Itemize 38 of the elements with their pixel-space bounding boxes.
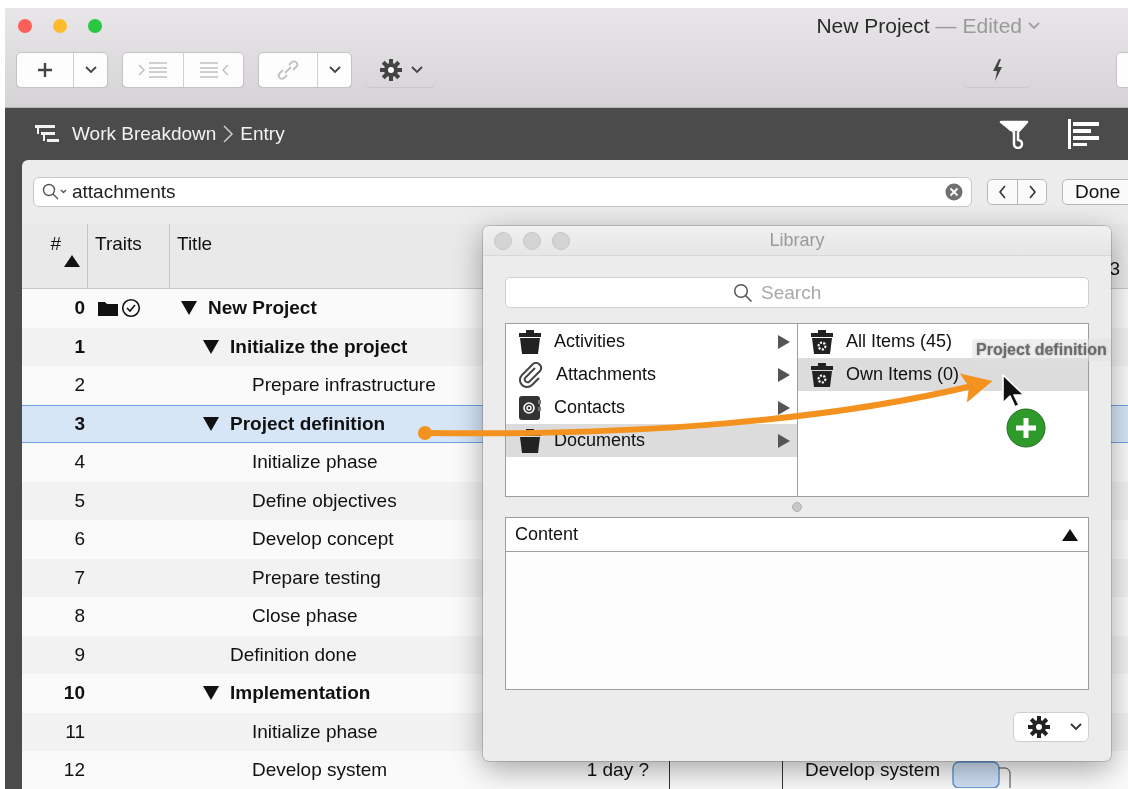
- category-label: Documents: [554, 430, 646, 451]
- row-number: 1: [74, 335, 85, 357]
- row-number: 2: [74, 374, 85, 396]
- row-number: 0: [74, 297, 85, 319]
- gantt-label: Develop system: [805, 759, 941, 782]
- row-title: Initialize phase: [252, 451, 378, 474]
- row-number: 7: [74, 566, 85, 588]
- row-title: Prepare testing: [252, 566, 381, 589]
- collection-label: All Items (45): [846, 331, 953, 352]
- row-title: Implementation: [230, 682, 371, 705]
- row-title: Definition done: [230, 643, 357, 666]
- row-number: 11: [65, 720, 85, 742]
- row-title: Develop concept: [252, 528, 394, 551]
- edited-status: — Edited: [935, 14, 1022, 38]
- row-number: 3: [74, 412, 85, 434]
- category-label: Activities: [554, 331, 625, 352]
- row-number: 6: [74, 528, 85, 550]
- category-label: Attachments: [556, 364, 657, 385]
- category-label: Contacts: [554, 397, 626, 418]
- duration-text: 1 day ?: [586, 759, 649, 782]
- row-title: New Project: [208, 297, 317, 320]
- row-title: Initialize phase: [252, 720, 378, 743]
- row-title: Close phase: [252, 605, 358, 628]
- row-title: Develop system: [252, 759, 388, 782]
- row-title: Define objectives: [252, 489, 397, 512]
- row-title: Project definition: [230, 412, 386, 435]
- drag-label: Project definition: [976, 341, 1107, 359]
- row-number: 12: [63, 759, 85, 781]
- collection-label: Own Items (0): [846, 364, 960, 385]
- row-title: Prepare infrastructure: [252, 374, 436, 397]
- row-number: 9: [74, 643, 85, 665]
- row-title: Initialize the project: [230, 335, 408, 358]
- row-number: 5: [74, 489, 85, 511]
- window-title: Library: [769, 230, 825, 250]
- row-number: 4: [74, 451, 85, 473]
- row-number: 8: [74, 605, 85, 627]
- row-number: 10: [63, 682, 85, 704]
- window-title: New Project: [816, 14, 930, 38]
